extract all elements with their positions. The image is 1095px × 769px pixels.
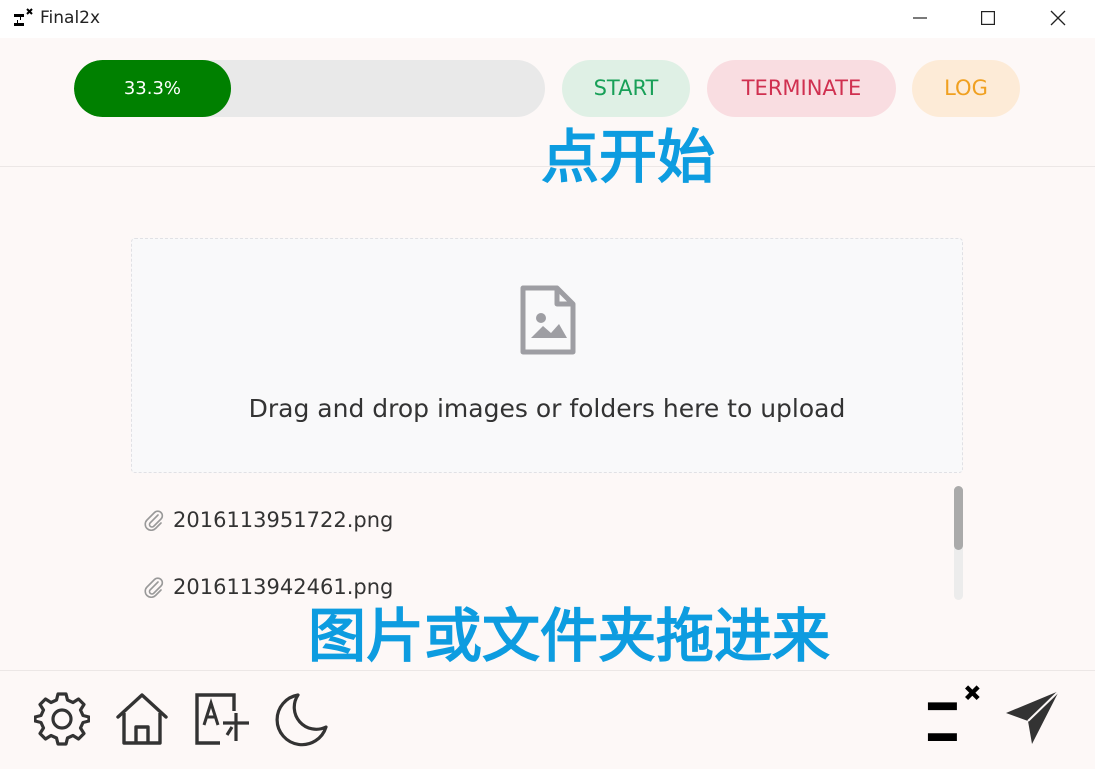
maximize-icon	[981, 11, 995, 25]
moon-icon[interactable]	[274, 691, 330, 747]
start-hint-annotation: 点开始	[541, 123, 716, 191]
close-icon	[1050, 10, 1066, 26]
final2x-logo-icon	[14, 8, 33, 26]
maximize-button[interactable]	[965, 0, 1011, 36]
paperclip-icon	[144, 510, 164, 531]
send-icon[interactable]	[1004, 689, 1060, 745]
file-list: 2016113951722.png 2016113942461.png	[131, 488, 963, 600]
window-title: Final2x	[40, 8, 101, 28]
close-button[interactable]	[1035, 0, 1081, 36]
minimize-button[interactable]	[897, 0, 943, 36]
progress-label: 33.3%	[123, 78, 181, 99]
image-file-icon	[520, 285, 576, 355]
list-item[interactable]: 2016113951722.png	[143, 502, 393, 538]
list-item[interactable]: 2016113942461.png	[143, 569, 393, 600]
file-name: 2016113942461.png	[173, 575, 394, 599]
start-button[interactable]: START	[562, 60, 690, 117]
log-button[interactable]: LOG	[912, 60, 1020, 117]
dropzone-text: Drag and drop images or folders here to …	[248, 394, 846, 423]
paperclip-icon	[144, 577, 164, 598]
upload-dropzone[interactable]: Drag and drop images or folders here to …	[131, 238, 963, 473]
file-name: 2016113951722.png	[173, 508, 394, 532]
scrollbar-thumb[interactable]	[954, 486, 963, 550]
minimize-icon	[913, 17, 927, 19]
title-bar: Final2x	[0, 0, 1095, 38]
bottom-nav	[0, 670, 1095, 769]
translate-icon[interactable]	[194, 691, 250, 747]
drag-hint-annotation: 图片或文件夹拖进来	[308, 602, 831, 670]
terminate-button[interactable]: TERMINATE	[707, 60, 896, 117]
final2x-logo-icon	[927, 685, 980, 741]
home-icon[interactable]	[114, 691, 170, 747]
progress-bar: 33.3%	[74, 60, 545, 117]
gear-icon[interactable]	[34, 691, 90, 747]
